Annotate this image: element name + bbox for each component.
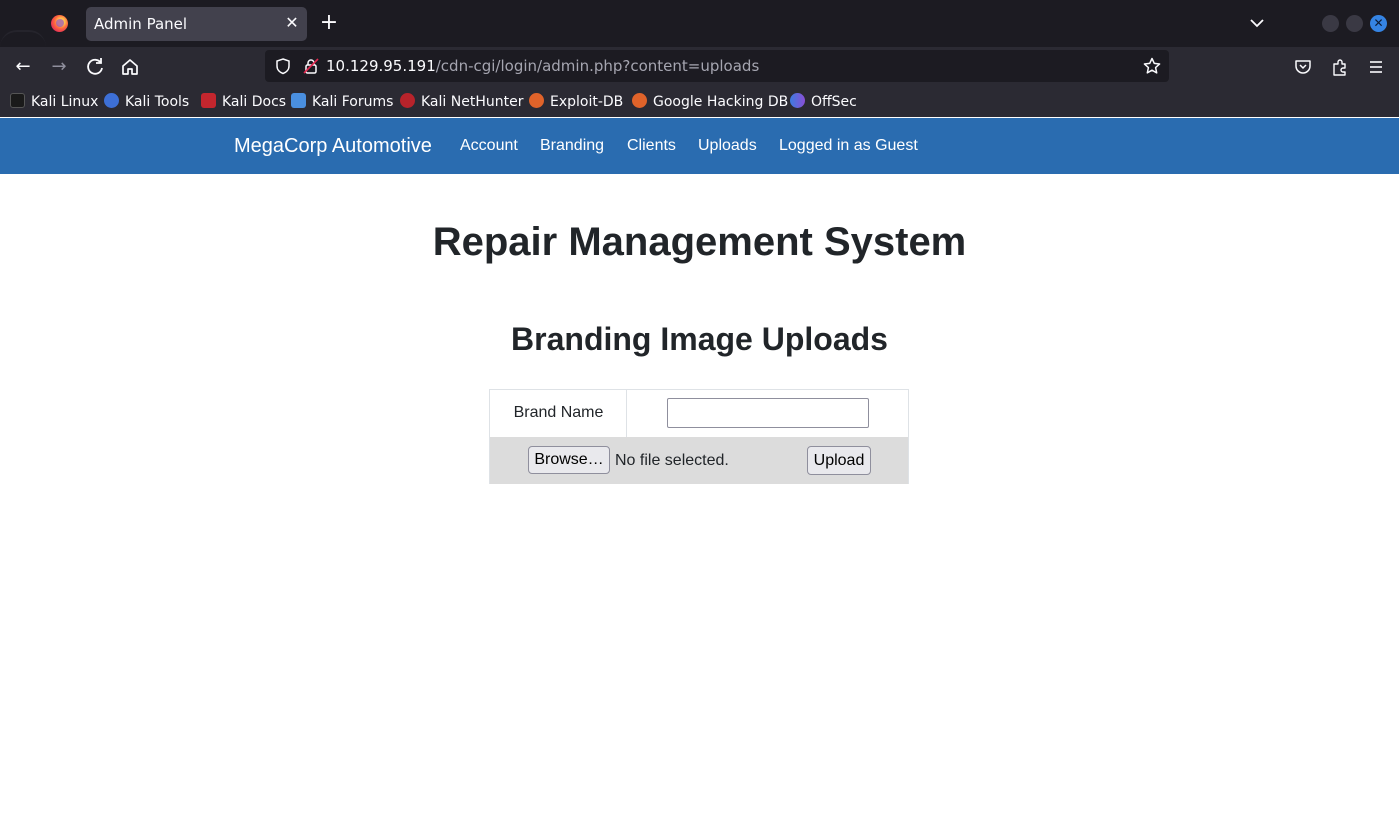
- window-maximize-button[interactable]: [1346, 15, 1363, 32]
- bookmark-label: OffSec: [811, 94, 857, 110]
- bookmark-google-hacking-db[interactable]: Google Hacking DB: [632, 92, 788, 112]
- bookmark-label: Kali Tools: [125, 94, 190, 110]
- bookmark-kali-forums[interactable]: Kali Forums: [291, 92, 393, 112]
- kali-dragon-icon: [10, 93, 25, 108]
- nav-branding-link[interactable]: Branding: [540, 137, 604, 155]
- insecure-lock-icon[interactable]: [302, 57, 320, 75]
- new-tab-icon[interactable]: +: [316, 10, 342, 36]
- nav-account-link[interactable]: Account: [460, 137, 518, 155]
- bookmark-label: Google Hacking DB: [653, 94, 789, 110]
- site-navbar: MegaCorp Automotive Account Branding Cli…: [0, 118, 1399, 174]
- tabbar-decoration: [0, 30, 46, 47]
- bookmark-label: Kali Forums: [312, 94, 394, 110]
- exploit-db-icon: [529, 93, 544, 108]
- upload-form-table: Brand Name Browse… No file selected. Upl…: [489, 389, 909, 484]
- bookmark-kali-docs[interactable]: Kali Docs: [201, 92, 286, 112]
- url-text[interactable]: 10.129.95.191/cdn-cgi/login/admin.php?co…: [326, 57, 759, 75]
- back-arrow-icon[interactable]: ←: [10, 54, 36, 80]
- file-status-text: No file selected.: [615, 452, 729, 469]
- bookmark-kali-tools[interactable]: Kali Tools: [104, 92, 189, 112]
- file-upload-row: Browse… No file selected. Upload: [490, 437, 908, 484]
- bookmark-kali-linux[interactable]: Kali Linux: [10, 92, 98, 112]
- bookmark-label: Exploit-DB: [550, 94, 624, 110]
- tracking-shield-icon[interactable]: [274, 57, 292, 75]
- browser-tab-strip: Admin Panel ✕ + ✕: [0, 0, 1399, 47]
- bookmark-label: Kali Docs: [222, 94, 287, 110]
- bookmark-offsec[interactable]: OffSec: [790, 92, 857, 112]
- hamburger-menu-icon[interactable]: [1366, 57, 1386, 77]
- tab-title: Admin Panel: [94, 15, 188, 33]
- forward-arrow-icon[interactable]: →: [46, 54, 72, 80]
- bookmark-label: Kali NetHunter: [421, 94, 524, 110]
- address-bar[interactable]: 10.129.95.191/cdn-cgi/login/admin.php?co…: [265, 50, 1169, 82]
- site-brand-link[interactable]: MegaCorp Automotive: [234, 135, 432, 158]
- bookmark-exploit-db[interactable]: Exploit-DB: [529, 92, 623, 112]
- brand-name-input[interactable]: [667, 398, 869, 428]
- bookmark-kali-nethunter[interactable]: Kali NetHunter: [400, 92, 523, 112]
- offsec-icon: [790, 93, 805, 108]
- window-minimize-button[interactable]: [1322, 15, 1339, 32]
- nav-uploads-link[interactable]: Uploads: [698, 137, 757, 155]
- tab-list-chevron-icon[interactable]: [1246, 12, 1268, 34]
- nav-clients-link[interactable]: Clients: [627, 137, 676, 155]
- brand-name-label: Brand Name: [513, 404, 604, 421]
- google-hacking-db-icon: [632, 93, 647, 108]
- tab-close-icon[interactable]: ✕: [283, 12, 301, 34]
- pocket-icon[interactable]: [1293, 57, 1313, 77]
- page-title: Repair Management System: [432, 220, 967, 264]
- kali-nethunter-icon: [400, 93, 415, 108]
- bookmark-label: Kali Linux: [31, 94, 99, 110]
- brand-name-row: Brand Name: [490, 390, 908, 437]
- reload-icon[interactable]: [82, 54, 108, 80]
- home-icon[interactable]: [117, 54, 143, 80]
- window-close-button[interactable]: ✕: [1370, 15, 1387, 32]
- kali-forums-icon: [291, 93, 306, 108]
- url-host: 10.129.95.191: [326, 57, 436, 75]
- upload-button[interactable]: Upload: [807, 446, 871, 475]
- kali-docs-icon: [201, 93, 216, 108]
- kali-tools-icon: [104, 93, 119, 108]
- firefox-icon[interactable]: [51, 15, 68, 32]
- section-title: Branding Image Uploads: [511, 321, 888, 357]
- tab-admin-panel[interactable]: Admin Panel ✕: [86, 7, 307, 41]
- browse-file-button[interactable]: Browse…: [528, 446, 610, 474]
- bookmark-star-icon[interactable]: [1142, 56, 1162, 76]
- extensions-puzzle-icon[interactable]: [1330, 57, 1350, 77]
- nav-logged-in-link[interactable]: Logged in as Guest: [779, 137, 918, 155]
- brand-name-label-cell: Brand Name: [490, 390, 627, 437]
- url-path: /cdn-cgi/login/admin.php?content=uploads: [435, 57, 760, 75]
- bookmarks-bar: Kali Linux Kali Tools Kali Docs Kali For…: [0, 87, 1399, 117]
